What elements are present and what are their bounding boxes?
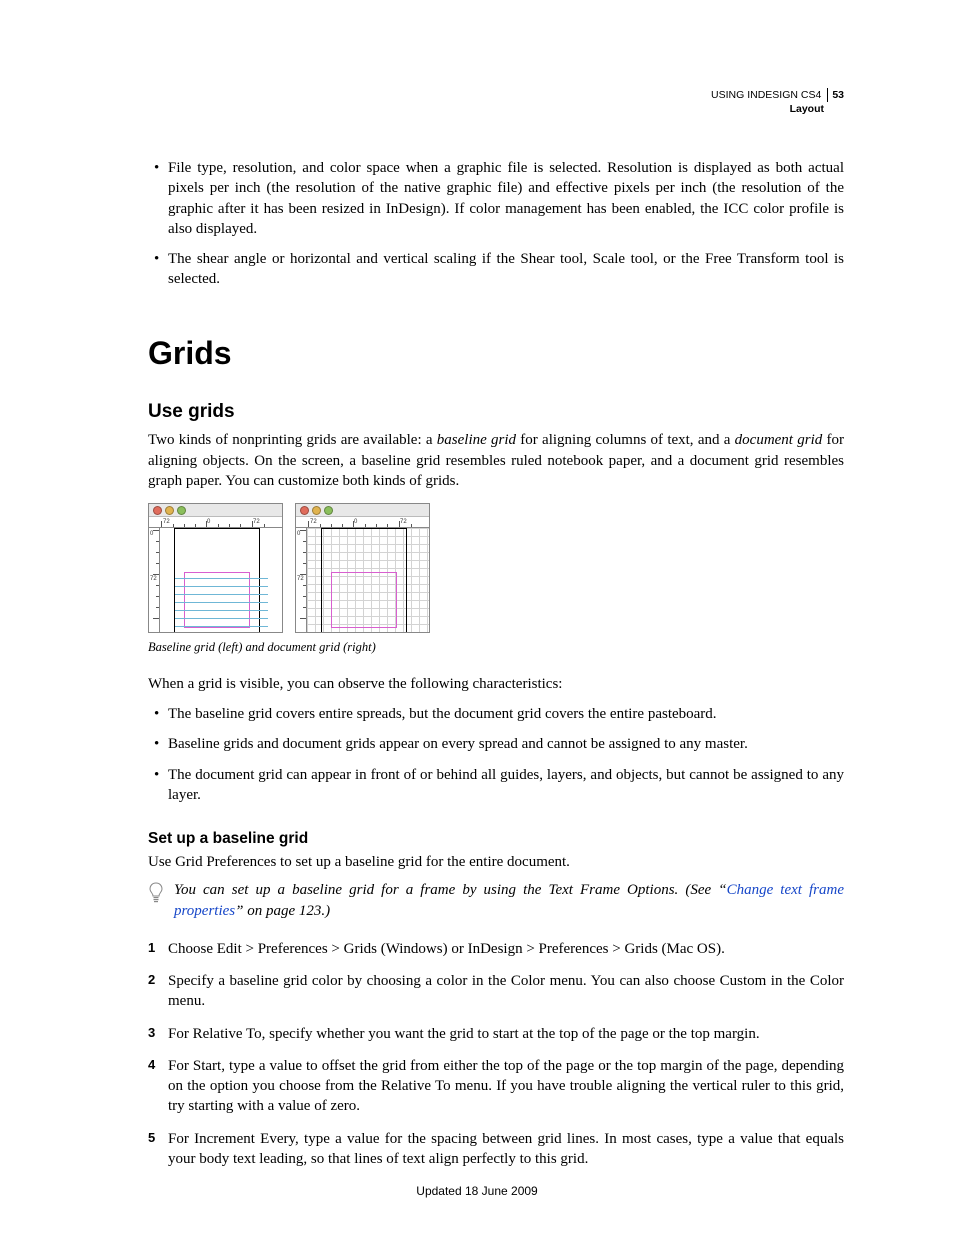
intro-bullet-list: File type, resolution, and color space w… [148, 158, 844, 290]
figure-caption: Baseline grid (left) and document grid (… [148, 639, 844, 656]
ruler-label: 72 [400, 518, 407, 526]
section-heading: Use grids [148, 399, 844, 425]
ruler-label: 0 [354, 518, 357, 526]
tip-text: You can set up a baseline grid for a fra… [174, 880, 844, 921]
canvas [160, 528, 282, 632]
text: ” on page 123.) [235, 903, 330, 919]
subsection-intro: Use Grid Preferences to set up a baselin… [148, 852, 844, 872]
step-item: Specify a baseline grid color by choosin… [148, 971, 844, 1012]
close-icon [153, 506, 162, 515]
doc-title: USING INDESIGN CS4 [711, 88, 828, 102]
ruler-label: 72 [150, 575, 157, 583]
running-header: USING INDESIGN CS453 Layout [711, 88, 844, 116]
ruler-label: 0 [207, 518, 210, 526]
section-name: Layout [711, 102, 844, 116]
tip-block: You can set up a baseline grid for a fra… [148, 880, 844, 921]
minimize-icon [312, 506, 321, 515]
zoom-icon [324, 506, 333, 515]
text: Two kinds of nonprinting grids are avail… [148, 432, 437, 448]
ruler-label: 72 [253, 518, 260, 526]
horizontal-ruler: 72 0 72 [296, 517, 429, 528]
steps-list: Choose Edit > Preferences > Grids (Windo… [148, 939, 844, 1169]
page: USING INDESIGN CS453 Layout File type, r… [0, 0, 954, 1235]
list-item: The baseline grid covers entire spreads,… [148, 704, 844, 724]
canvas [307, 528, 429, 632]
step-item: For Increment Every, type a value for th… [148, 1129, 844, 1170]
content: File type, resolution, and color space w… [148, 158, 844, 1169]
footer-updated: Updated 18 June 2009 [0, 1183, 954, 1199]
figure-document-grid-window: 72 0 72 0 72 [295, 503, 430, 633]
list-item: File type, resolution, and color space w… [148, 158, 844, 239]
close-icon [300, 506, 309, 515]
ruler-label: 72 [310, 518, 317, 526]
minimize-icon [165, 506, 174, 515]
ruler-label: 0 [297, 530, 300, 538]
intro-paragraph: Two kinds of nonprinting grids are avail… [148, 430, 844, 491]
term-baseline-grid: baseline grid [437, 432, 516, 448]
window-titlebar [149, 504, 282, 517]
ruler-label: 0 [150, 530, 153, 538]
figure-baseline-grid-window: 72 0 72 0 72 [148, 503, 283, 633]
characteristics-list: The baseline grid covers entire spreads,… [148, 704, 844, 805]
margin-guide [184, 572, 250, 628]
text: for aligning columns of text, and a [516, 432, 735, 448]
chapter-heading: Grids [148, 332, 844, 375]
horizontal-ruler: 72 0 72 [149, 517, 282, 528]
characteristics-intro: When a grid is visible, you can observe … [148, 674, 844, 694]
step-item: Choose Edit > Preferences > Grids (Windo… [148, 939, 844, 959]
list-item: The document grid can appear in front of… [148, 765, 844, 806]
ruler-label: 72 [297, 575, 304, 583]
figure-grids: 72 0 72 0 72 [148, 503, 844, 656]
subsection-heading: Set up a baseline grid [148, 829, 844, 850]
step-item: For Relative To, specify whether you wan… [148, 1024, 844, 1044]
zoom-icon [177, 506, 186, 515]
list-item: The shear angle or horizontal and vertic… [148, 249, 844, 290]
list-item: Baseline grids and document grids appear… [148, 734, 844, 754]
term-document-grid: document grid [735, 432, 823, 448]
step-item: For Start, type a value to offset the gr… [148, 1056, 844, 1117]
vertical-ruler: 0 72 [296, 528, 307, 632]
lightbulb-icon [148, 880, 166, 921]
text: You can set up a baseline grid for a fra… [174, 882, 727, 898]
ruler-label: 72 [163, 518, 170, 526]
window-titlebar [296, 504, 429, 517]
margin-guide [331, 572, 397, 628]
page-number: 53 [828, 89, 844, 101]
vertical-ruler: 0 72 [149, 528, 160, 632]
